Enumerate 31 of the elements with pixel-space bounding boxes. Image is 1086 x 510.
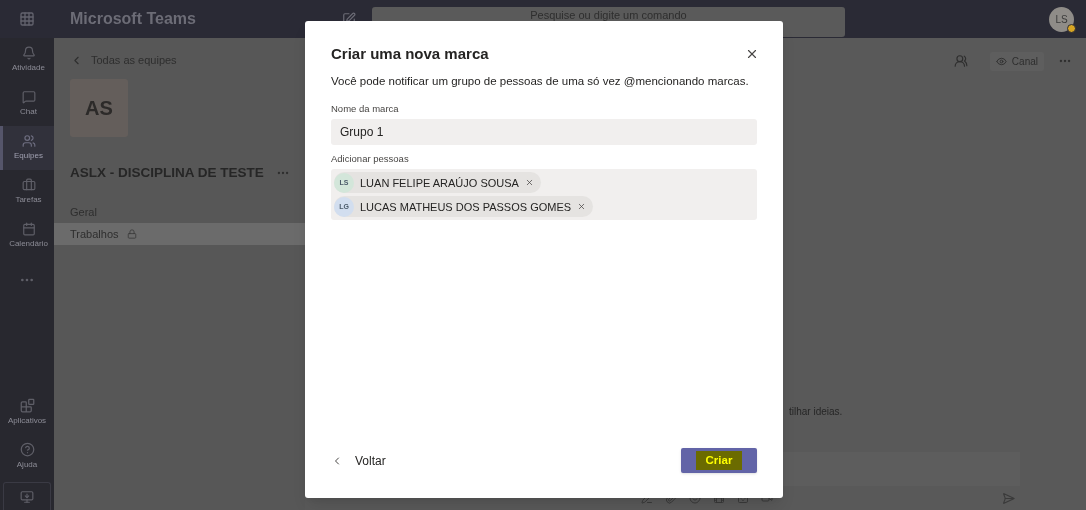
channel-item[interactable]: Trabalhos xyxy=(54,222,305,245)
bell-icon xyxy=(21,46,36,60)
download-icon xyxy=(20,489,34,504)
rail-item[interactable]: Calendário xyxy=(0,214,54,258)
chat-bubble-icon xyxy=(21,90,36,104)
apps-icon xyxy=(19,397,35,413)
remove-icon[interactable] xyxy=(577,202,587,212)
remove-icon[interactable] xyxy=(524,178,534,188)
rail-item[interactable]: Aplicativos xyxy=(0,390,54,434)
person-name: LUCAS MATHEUS DOS PASSOS GOMES xyxy=(360,199,572,215)
rail-item[interactable]: Tarefas xyxy=(0,170,54,214)
dialog-description: Você pode notificar um grupo de pessoas de uma só vez @mencionando marcas. xyxy=(331,73,749,89)
create-button[interactable]: Criar xyxy=(681,448,757,473)
people-icon xyxy=(21,134,36,148)
calendar-icon xyxy=(21,222,36,236)
rail-item[interactable]: Ajuda xyxy=(0,434,54,478)
field-label: Nome da marca xyxy=(331,101,400,116)
rail-item[interactable]: Equipes xyxy=(0,126,54,170)
eye-icon xyxy=(995,55,1007,67)
field-label: Adicionar pessoas xyxy=(331,152,410,166)
back-button[interactable]: Voltar xyxy=(331,451,386,470)
app-title: Microsoft Teams xyxy=(70,9,196,29)
tag-name-field[interactable]: Grupo 1 xyxy=(331,119,757,145)
person-name: LUAN FELIPE ARAÚJO SOUSA xyxy=(360,175,519,191)
help-icon xyxy=(19,441,35,457)
rail-item[interactable]: Chat xyxy=(0,82,54,126)
user-avatar[interactable]: LS xyxy=(1049,6,1074,32)
bag-icon xyxy=(21,178,36,192)
rail-item[interactable]: Atividade xyxy=(0,38,54,82)
team-avatar: AS xyxy=(70,78,128,137)
dialog-title: Criar uma nova marca xyxy=(331,44,489,64)
